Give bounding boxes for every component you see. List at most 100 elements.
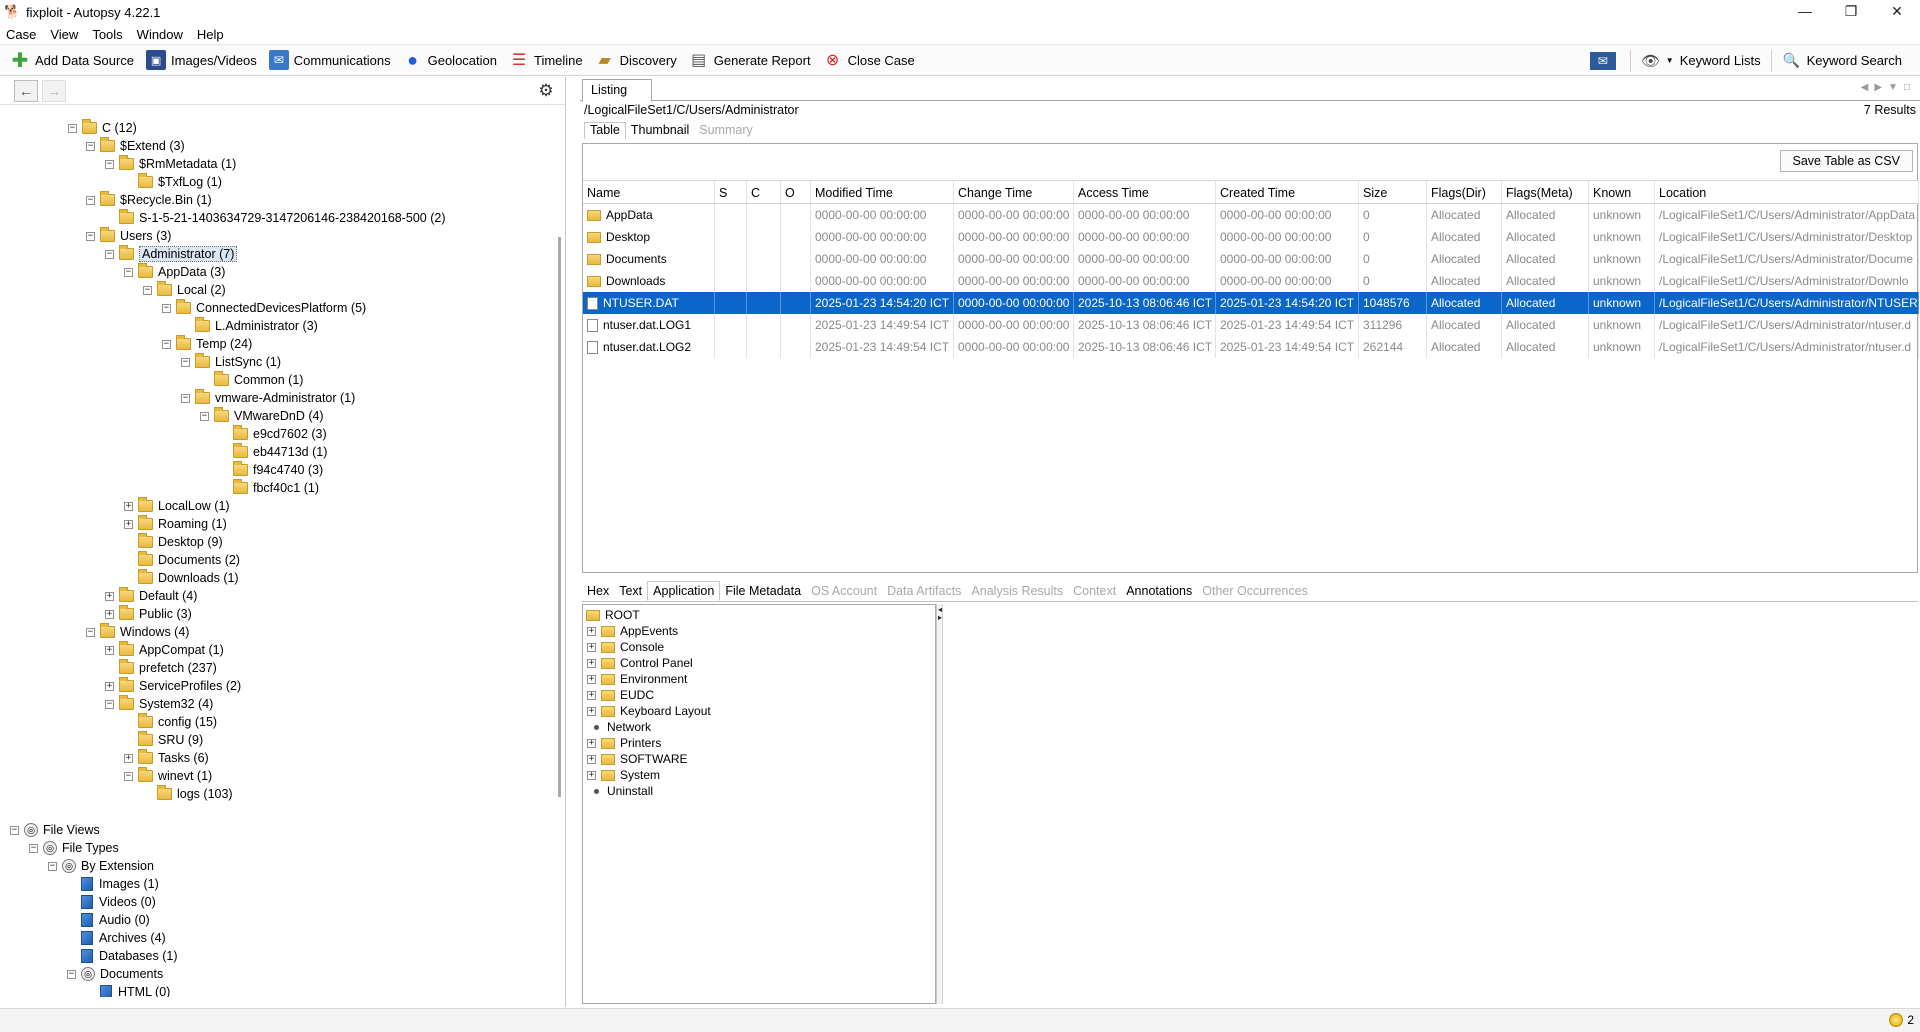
ingest-messages-icon[interactable]: ✉ bbox=[1589, 51, 1616, 70]
tree-node[interactable]: − ◎ By Extension bbox=[48, 857, 154, 875]
tree-node[interactable]: S-1-5-21-1403634729-3147206146-238420168… bbox=[105, 209, 446, 227]
column-header[interactable]: S bbox=[715, 181, 747, 203]
column-header[interactable]: Change Time bbox=[954, 181, 1074, 203]
tree-node[interactable]: L.Administrator (3) bbox=[181, 317, 318, 335]
tree-node[interactable]: $TxfLog (1) bbox=[124, 173, 222, 191]
tree-node[interactable]: − $RmMetadata (1) bbox=[105, 155, 236, 173]
expand-icon[interactable]: + bbox=[105, 591, 114, 601]
communications-button[interactable]: ✉ Communications bbox=[268, 50, 391, 70]
tree-node[interactable]: − Local (2) bbox=[143, 281, 226, 299]
collapse-icon[interactable]: − bbox=[162, 303, 171, 313]
registry-key[interactable]: + EUDC bbox=[587, 687, 654, 703]
forward-arrow-icon[interactable]: → bbox=[42, 79, 66, 102]
keyword-lists-button[interactable]: 👁 ▼ Keyword Lists bbox=[1641, 51, 1760, 71]
expand-icon[interactable]: + bbox=[587, 642, 596, 652]
column-header[interactable]: C bbox=[747, 181, 781, 203]
expand-icon[interactable]: + bbox=[587, 738, 596, 748]
minimize-button[interactable]: — bbox=[1782, 0, 1828, 24]
collapse-icon[interactable]: − bbox=[86, 141, 95, 151]
collapse-icon[interactable]: − bbox=[86, 627, 95, 637]
tab-thumbnail[interactable]: Thumbnail bbox=[626, 123, 694, 139]
tree-node[interactable]: − vmware-Administrator (1) bbox=[181, 389, 355, 407]
tree-node[interactable]: + Public (3) bbox=[105, 605, 192, 623]
table-row[interactable]: Documents 0000-00-00 00:00:00 0000-00-00 0… bbox=[583, 248, 1919, 270]
add-data-source-button[interactable]: ✚ Add Data Source bbox=[10, 50, 134, 72]
registry-key[interactable]: + Environment bbox=[587, 671, 687, 687]
keyword-search-button[interactable]: 🔍 Keyword Search bbox=[1782, 51, 1902, 71]
table-row[interactable]: AppData 0000-00-00 00:00:00 0000-00-00 00:… bbox=[583, 204, 1919, 226]
menu-case[interactable]: Case bbox=[6, 27, 36, 42]
tree-node[interactable]: − Administrator (7) bbox=[105, 245, 238, 263]
tree-node[interactable]: − ◎ File Views bbox=[10, 821, 100, 839]
tab-data-artifacts[interactable]: Data Artifacts bbox=[882, 582, 966, 600]
tree-node[interactable]: + ServiceProfiles (2) bbox=[105, 677, 241, 695]
tree-node[interactable]: f94c4740 (3) bbox=[219, 461, 323, 479]
tree-node[interactable]: SRU (9) bbox=[124, 731, 203, 749]
collapse-icon[interactable]: − bbox=[105, 249, 114, 259]
expand-icon[interactable]: + bbox=[587, 626, 596, 636]
tree-node[interactable]: e9cd7602 (3) bbox=[219, 425, 327, 443]
tab-nav-arrows-icon[interactable]: ◀▶▼□ bbox=[1861, 82, 1916, 93]
tree-node[interactable]: Databases (1) bbox=[67, 947, 178, 965]
tree-node[interactable]: Downloads (1) bbox=[124, 569, 239, 587]
registry-key[interactable]: + System bbox=[587, 767, 660, 783]
tab-annotations[interactable]: Annotations bbox=[1121, 582, 1197, 600]
registry-key[interactable]: + Control Panel bbox=[587, 655, 693, 671]
column-header[interactable]: Flags(Dir) bbox=[1427, 181, 1502, 203]
registry-key[interactable]: + SOFTWARE bbox=[587, 751, 688, 767]
column-header[interactable]: Access Time bbox=[1074, 181, 1216, 203]
menu-tools[interactable]: Tools bbox=[92, 27, 122, 42]
tab-os-account[interactable]: OS Account bbox=[806, 582, 882, 600]
tree-node[interactable]: + AppCompat (1) bbox=[105, 641, 224, 659]
menu-help[interactable]: Help bbox=[197, 27, 224, 42]
tab-text[interactable]: Text bbox=[614, 582, 647, 600]
collapse-icon[interactable]: − bbox=[124, 267, 133, 277]
collapse-icon[interactable]: − bbox=[48, 861, 57, 871]
expand-icon[interactable]: + bbox=[587, 706, 596, 716]
column-header[interactable]: Created Time bbox=[1216, 181, 1359, 203]
tree-node[interactable]: − VMwareDnD (4) bbox=[200, 407, 324, 425]
column-header[interactable]: Size bbox=[1359, 181, 1427, 203]
collapse-icon[interactable]: − bbox=[67, 969, 76, 979]
column-header[interactable]: Flags(Meta) bbox=[1502, 181, 1589, 203]
timeline-button[interactable]: ☰ Timeline bbox=[509, 50, 583, 70]
table-row[interactable]: Desktop 0000-00-00 00:00:00 0000-00-00 00:… bbox=[583, 226, 1919, 248]
geolocation-button[interactable]: ● Geolocation bbox=[403, 50, 497, 70]
collapse-icon[interactable]: − bbox=[181, 357, 190, 367]
tab-summary[interactable]: Summary bbox=[694, 123, 757, 139]
tree-node[interactable]: − $Extend (3) bbox=[86, 137, 185, 155]
tree-node[interactable]: Videos (0) bbox=[67, 893, 156, 911]
collapse-icon[interactable]: − bbox=[124, 771, 133, 781]
expand-icon[interactable]: + bbox=[587, 674, 596, 684]
column-header[interactable]: Name bbox=[583, 181, 715, 203]
registry-key[interactable]: Network bbox=[587, 719, 651, 735]
tree-node[interactable]: − ◎ File Types bbox=[29, 839, 119, 857]
tree-node[interactable]: − Users (3) bbox=[86, 227, 171, 245]
collapse-icon[interactable]: − bbox=[105, 699, 114, 709]
gear-icon[interactable]: ⚙ bbox=[535, 80, 557, 102]
table-row[interactable]: ntuser.dat.LOG1 2025-01-23 14:49:54 ICT 00… bbox=[583, 314, 1919, 336]
save-table-csv-button[interactable]: Save Table as CSV bbox=[1779, 150, 1913, 172]
tree-node[interactable]: eb44713d (1) bbox=[219, 443, 327, 461]
tree-node[interactable]: − System32 (4) bbox=[105, 695, 213, 713]
tree-node[interactable]: fbcf40c1 (1) bbox=[219, 479, 319, 497]
registry-key[interactable]: + Console bbox=[587, 639, 664, 655]
expand-icon[interactable]: + bbox=[124, 501, 133, 511]
tab-application[interactable]: Application bbox=[647, 580, 721, 601]
expand-icon[interactable]: + bbox=[124, 519, 133, 529]
tree-node[interactable]: Archives (4) bbox=[67, 929, 166, 947]
registry-root[interactable]: ROOT bbox=[586, 607, 640, 623]
tree-node[interactable]: + LocalLow (1) bbox=[124, 497, 230, 515]
tree-node[interactable]: Audio (0) bbox=[67, 911, 150, 929]
collapse-icon[interactable]: − bbox=[68, 123, 77, 133]
collapse-icon[interactable]: − bbox=[29, 843, 38, 853]
collapse-icon[interactable]: − bbox=[86, 195, 95, 205]
close-window-button[interactable]: ✕ bbox=[1874, 0, 1920, 24]
notifications-indicator[interactable]: 2 bbox=[1889, 1013, 1914, 1027]
expand-icon[interactable]: + bbox=[587, 754, 596, 764]
expand-icon[interactable]: + bbox=[587, 770, 596, 780]
registry-key[interactable]: + Keyboard Layout bbox=[587, 703, 711, 719]
tree-node[interactable]: − ListSync (1) bbox=[181, 353, 281, 371]
table-row[interactable]: Downloads 0000-00-00 00:00:00 0000-00-00 0… bbox=[583, 270, 1919, 292]
tree-node[interactable]: logs (103) bbox=[143, 785, 233, 803]
